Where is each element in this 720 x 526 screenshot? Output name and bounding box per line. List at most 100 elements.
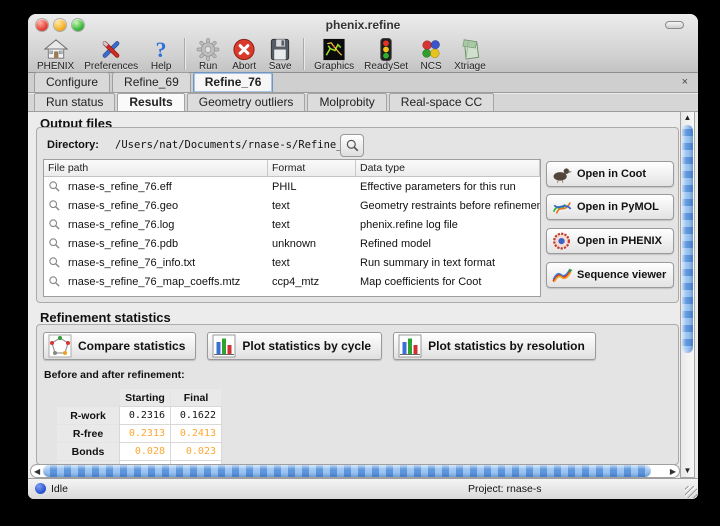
toolbar-button-abort[interactable]: Abort: [226, 37, 262, 72]
open-in-coot-button[interactable]: Open in Coot: [546, 161, 674, 187]
directory-label: Directory:: [47, 139, 99, 151]
floppy-disk-icon: [267, 37, 293, 62]
refinement-statistics-panel: Compare statistics Plot statistics by cy…: [36, 324, 679, 465]
toolbar-label: Preferences: [84, 61, 138, 72]
vertical-scrollbar[interactable]: ▲ ▼: [680, 111, 695, 478]
compare-statistics-button[interactable]: Compare statistics: [43, 332, 196, 360]
phenix-logo-icon: [551, 231, 573, 251]
button-label: Open in Coot: [577, 168, 646, 180]
status-text: Idle: [51, 483, 68, 495]
column-header-final: Final: [171, 389, 221, 406]
table-header-row[interactable]: File path Format Data type: [44, 160, 540, 177]
desktop-background: phenix.refine PHENIX Preferences: [0, 0, 720, 526]
table-row[interactable]: rnase-s_refine_76_map_coeffs.mtz ccp4_mt…: [44, 272, 540, 291]
file-name: rnase-s_refine_76.log: [64, 219, 178, 231]
tab-configure[interactable]: Configure: [34, 72, 110, 92]
run-tab-bar: Configure Refine_69 Refine_76 ×: [28, 73, 698, 93]
toolbar-toggle-button[interactable]: [665, 21, 684, 29]
horizontal-scroll-thumb[interactable]: [43, 465, 651, 477]
toolbar-button-graphics[interactable]: Graphics: [309, 37, 359, 72]
final-value: 0.2413: [171, 425, 221, 442]
refinement-stats-table: Starting Final R-work 0.2316 0.1622 R-fr…: [56, 388, 222, 465]
scroll-right-arrow-icon[interactable]: ▶: [670, 466, 676, 477]
titlebar[interactable]: phenix.refine: [28, 14, 698, 36]
toolbar-button-save[interactable]: Save: [262, 37, 298, 72]
magnifier-icon: [48, 199, 61, 212]
table-row[interactable]: rnase-s_refine_76.geo text Geometry rest…: [44, 196, 540, 215]
tab-real-space-cc[interactable]: Real-space CC: [389, 93, 494, 111]
app-window: phenix.refine PHENIX Preferences: [28, 14, 698, 499]
plot-statistics-by-resolution-button[interactable]: Plot statistics by resolution: [393, 332, 596, 360]
final-value: 0.1622: [171, 407, 221, 424]
tab-run-status[interactable]: Run status: [34, 93, 115, 111]
file-data-type: Effective parameters for this run: [356, 181, 540, 193]
button-label: Open in PyMOL: [577, 201, 659, 213]
open-in-phenix-button[interactable]: Open in PHENIX: [546, 228, 674, 254]
bar-chart-icon: [212, 334, 236, 358]
scroll-down-arrow-icon[interactable]: ▼: [681, 466, 694, 475]
toolbar-button-phenix[interactable]: PHENIX: [32, 37, 79, 72]
open-in-pymol-button[interactable]: Open in PyMOL: [546, 194, 674, 220]
button-label: Open in PHENIX: [577, 235, 662, 247]
home-icon: [43, 37, 69, 62]
status-bar: Idle Project: rnase-s: [28, 478, 698, 499]
file-name: rnase-s_refine_76_info.txt: [64, 257, 199, 269]
table-row[interactable]: rnase-s_refine_76_info.txt text Run summ…: [44, 253, 540, 272]
file-format: text: [268, 257, 356, 269]
tab-geometry-outliers[interactable]: Geometry outliers: [187, 93, 306, 111]
traffic-light-icon: [373, 37, 399, 62]
output-files-table[interactable]: File path Format Data type rnase-s_refin…: [43, 159, 541, 297]
tools-icon: [98, 37, 124, 62]
horizontal-scrollbar[interactable]: ◀ ▶: [30, 464, 680, 478]
svg-text:?: ?: [156, 37, 167, 62]
file-name: rnase-s_refine_76_map_coeffs.mtz: [64, 276, 244, 288]
browse-directory-button[interactable]: [340, 134, 364, 157]
starting-value: 0.2313: [120, 425, 170, 442]
toolbar-button-run[interactable]: Run: [190, 37, 226, 72]
toolbar-button-preferences[interactable]: Preferences: [79, 37, 143, 72]
tab-molprobity[interactable]: Molprobity: [307, 93, 386, 111]
table-row[interactable]: rnase-s_refine_76.pdb unknown Refined mo…: [44, 234, 540, 253]
scroll-left-arrow-icon[interactable]: ◀: [34, 466, 40, 477]
file-format: text: [268, 219, 356, 231]
file-format: PHIL: [268, 181, 356, 193]
file-data-type: Run summary in text format: [356, 257, 540, 269]
status-indicator-icon: [35, 483, 46, 494]
vertical-scroll-thumb[interactable]: [682, 125, 693, 353]
tab-refine-76[interactable]: Refine_76: [193, 72, 274, 92]
toolbar-label: Xtriage: [454, 61, 486, 72]
stats-row-bonds: Bonds 0.028 0.023: [57, 443, 221, 460]
scroll-up-arrow-icon[interactable]: ▲: [681, 113, 694, 122]
toolbar-button-help[interactable]: ? Help: [143, 37, 179, 72]
coot-bird-icon: [551, 164, 573, 184]
table-row[interactable]: rnase-s_refine_76.log text phenix.refine…: [44, 215, 540, 234]
column-header-data-type[interactable]: Data type: [356, 160, 540, 176]
file-format: text: [268, 200, 356, 212]
button-label: Sequence viewer: [577, 269, 666, 281]
toolbar-button-ncs[interactable]: NCS: [413, 37, 449, 72]
plot-statistics-by-cycle-button[interactable]: Plot statistics by cycle: [207, 332, 382, 360]
search-icon: [345, 138, 360, 153]
close-tab-button[interactable]: ×: [682, 76, 688, 88]
content-area: Output files Directory: /Users/nat/Docum…: [28, 113, 698, 478]
output-files-panel: Directory: /Users/nat/Documents/rnase-s/…: [36, 127, 679, 303]
magnifier-icon: [48, 275, 61, 288]
toolbar-button-readyset[interactable]: ReadySet: [359, 37, 413, 72]
column-header-format[interactable]: Format: [268, 160, 356, 176]
sequence-viewer-button[interactable]: Sequence viewer: [546, 262, 674, 288]
directory-row: Directory: /Users/nat/Documents/rnase-s/…: [37, 134, 678, 158]
column-header-file-path[interactable]: File path: [44, 160, 268, 176]
row-label: R-free: [57, 425, 119, 442]
stats-row-r-free: R-free 0.2313 0.2413: [57, 425, 221, 442]
tab-refine-69[interactable]: Refine_69: [112, 72, 191, 92]
toolbar-button-xtriage[interactable]: Xtriage: [449, 37, 491, 72]
table-row[interactable]: rnase-s_refine_76.eff PHIL Effective par…: [44, 177, 540, 196]
resize-grip[interactable]: [685, 486, 697, 498]
toolbar-label: ReadySet: [364, 61, 408, 72]
tab-results[interactable]: Results: [117, 93, 184, 111]
file-format: unknown: [268, 238, 356, 250]
button-label: Compare statistics: [78, 339, 185, 353]
pymol-ribbon-icon: [551, 197, 573, 217]
window-title: phenix.refine: [28, 18, 698, 32]
directory-path: /Users/nat/Documents/rnase-s/Refine_76: [115, 139, 355, 151]
